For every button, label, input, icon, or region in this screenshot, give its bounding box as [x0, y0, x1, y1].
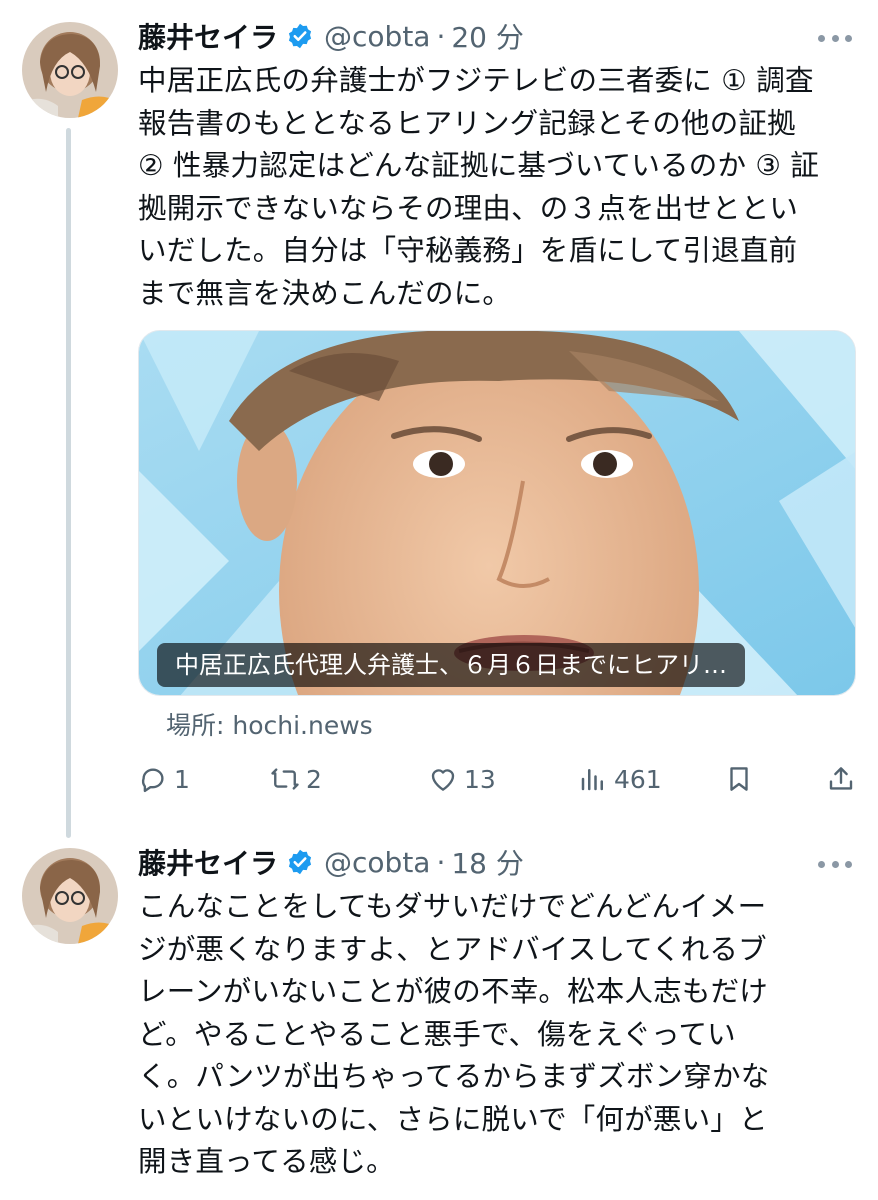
view-count: 461: [614, 764, 662, 794]
avatar[interactable]: [22, 22, 118, 118]
thread-connector-line: [66, 128, 71, 838]
reply-button[interactable]: 1: [138, 756, 190, 802]
retweet-button[interactable]: 2: [270, 756, 322, 802]
timestamp[interactable]: 18 分: [451, 842, 524, 882]
bookmark-icon: [730, 767, 748, 791]
retweet-icon: [271, 768, 299, 790]
handle[interactable]: @cobta: [324, 846, 430, 879]
avatar-image: [22, 848, 118, 944]
bookmark-button[interactable]: [724, 756, 760, 802]
separator-dot: ·: [436, 845, 446, 879]
like-count: 13: [464, 764, 496, 794]
reply-icon: [141, 768, 164, 793]
views-button[interactable]: 461: [578, 756, 662, 802]
link-card[interactable]: 中居正広氏代理人弁護士、６月６日までにヒアリ…: [138, 330, 856, 696]
share-icon: [829, 767, 853, 790]
display-name[interactable]: 藤井セイラ: [138, 842, 278, 882]
avatar[interactable]: [22, 848, 118, 944]
avatar-image: [22, 22, 118, 118]
more-options-icon[interactable]: [818, 859, 852, 869]
heart-icon: [431, 769, 455, 791]
card-source[interactable]: 場所: hochi.news: [166, 706, 373, 742]
views-icon: [581, 769, 603, 791]
retweet-count: 2: [306, 764, 322, 794]
card-thumbnail-image: [139, 331, 855, 695]
like-button[interactable]: 13: [428, 756, 496, 802]
separator-dot: ·: [436, 19, 446, 53]
handle[interactable]: @cobta: [324, 20, 430, 53]
tweet-text: 中居正広氏の弁護士がフジテレビの三者委に ① 調査 報告書のもととなるヒアリング…: [138, 64, 820, 310]
tweet-text: こんなことをしてもダサいだけでどんどんイメー ジが悪くなりますよ、とアドバイスし…: [138, 890, 770, 1178]
tweet-header: 藤井セイラ @cobta · 18 分: [138, 842, 524, 882]
verified-badge-icon: [286, 22, 314, 50]
tweet-actions: 1 2 13 461: [138, 756, 856, 802]
display-name[interactable]: 藤井セイラ: [138, 16, 278, 56]
timestamp[interactable]: 20 分: [451, 16, 524, 56]
verified-badge-icon: [286, 848, 314, 876]
share-button[interactable]: [826, 756, 862, 802]
more-options-icon[interactable]: [818, 33, 852, 43]
tweet-header: 藤井セイラ @cobta · 20 分: [138, 16, 524, 56]
reply-count: 1: [174, 764, 190, 794]
card-title[interactable]: 中居正広氏代理人弁護士、６月６日までにヒアリ…: [157, 643, 745, 687]
